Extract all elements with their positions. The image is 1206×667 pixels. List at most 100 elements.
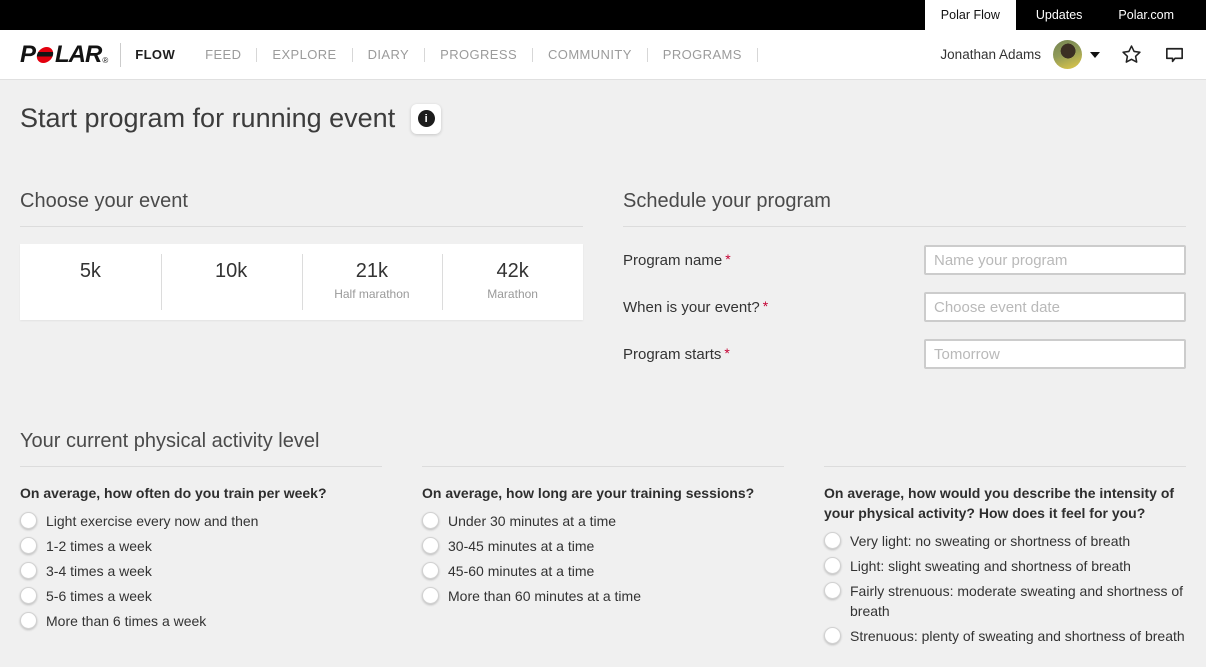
radio-button-icon[interactable]: [824, 532, 841, 549]
event-distance: 5k: [80, 260, 101, 283]
radio-option[interactable]: 1-2 times a week: [20, 536, 382, 556]
option-label: More than 60 minutes at a time: [448, 586, 641, 606]
radio-button-icon[interactable]: [20, 537, 37, 554]
radio-button-icon[interactable]: [422, 562, 439, 579]
radio-option[interactable]: 5-6 times a week: [20, 586, 382, 606]
page-content: Start program for running event i Choose…: [0, 80, 1206, 651]
upper-sections: Choose your event 5k 10k 21k Half marath…: [20, 190, 1186, 385]
required-mark: *: [763, 298, 768, 314]
event-date-input[interactable]: [924, 292, 1186, 322]
program-starts-input[interactable]: [924, 339, 1186, 369]
option-label: 30-45 minutes at a time: [448, 536, 594, 556]
nav-divider: [647, 48, 648, 62]
label-text: When is your event?: [623, 299, 760, 316]
radio-button-icon[interactable]: [20, 562, 37, 579]
event-card: 5k 10k 21k Half marathon 42k Marathon: [20, 244, 583, 320]
group-divider: [20, 466, 382, 467]
radio-option[interactable]: Fairly strenuous: moderate sweating and …: [824, 581, 1186, 621]
info-icon: i: [418, 110, 435, 127]
topbar-tab-updates[interactable]: Updates: [1020, 0, 1099, 30]
polar-logo-o-icon: [35, 47, 54, 63]
nav-divider: [532, 48, 533, 62]
option-label: Light exercise every now and then: [46, 511, 258, 531]
duration-question: On average, how long are your training s…: [422, 483, 784, 503]
schedule-section: Schedule your program Program name* When…: [623, 190, 1186, 385]
duration-options: Under 30 minutes at a time 30-45 minutes…: [422, 511, 784, 606]
nav-divider: [256, 48, 257, 62]
radio-option[interactable]: Strenuous: plenty of sweating and shortn…: [824, 626, 1186, 646]
radio-button-icon[interactable]: [422, 512, 439, 529]
option-label: Very light: no sweating or shortness of …: [850, 531, 1130, 551]
option-label: More than 6 times a week: [46, 611, 206, 631]
radio-button-icon[interactable]: [20, 587, 37, 604]
option-label: 5-6 times a week: [46, 586, 152, 606]
label-text: Program name: [623, 252, 722, 269]
nav-item-progress[interactable]: PROGRESS: [440, 47, 517, 62]
radio-option[interactable]: Light exercise every now and then: [20, 511, 382, 531]
event-option-42k[interactable]: 42k Marathon: [442, 244, 583, 320]
activity-section: Your current physical activity level On …: [20, 430, 1186, 651]
nav-right-group: Jonathan Adams: [940, 40, 1186, 69]
section-divider: [623, 226, 1186, 227]
radio-option[interactable]: Very light: no sweating or shortness of …: [824, 531, 1186, 551]
intensity-options: Very light: no sweating or shortness of …: [824, 531, 1186, 646]
topbar-tab-polar-flow[interactable]: Polar Flow: [925, 0, 1016, 30]
option-label: Under 30 minutes at a time: [448, 511, 616, 531]
radio-option[interactable]: More than 6 times a week: [20, 611, 382, 631]
favorites-star-icon[interactable]: [1120, 43, 1143, 66]
required-mark: *: [724, 345, 729, 361]
avatar[interactable]: [1053, 40, 1082, 69]
nav-item-flow[interactable]: FLOW: [135, 47, 175, 62]
main-navbar: P LAR ® FLOW FEED EXPLORE DIARY PROGRESS…: [0, 30, 1206, 80]
nav-item-diary[interactable]: DIARY: [368, 47, 410, 62]
user-name[interactable]: Jonathan Adams: [940, 47, 1041, 62]
choose-event-section: Choose your event 5k 10k 21k Half marath…: [20, 190, 583, 385]
schedule-heading: Schedule your program: [623, 190, 1186, 213]
option-label: 45-60 minutes at a time: [448, 561, 594, 581]
radio-button-icon[interactable]: [422, 537, 439, 554]
nav-item-explore[interactable]: EXPLORE: [272, 47, 336, 62]
info-button[interactable]: i: [411, 104, 441, 134]
option-label: Fairly strenuous: moderate sweating and …: [850, 581, 1186, 621]
nav-item-programs[interactable]: PROGRAMS: [663, 47, 742, 62]
nav-item-community[interactable]: COMMUNITY: [548, 47, 632, 62]
activity-group-duration: On average, how long are your training s…: [422, 453, 784, 651]
event-option-5k[interactable]: 5k: [20, 244, 161, 320]
topbar: Polar Flow Updates Polar.com: [0, 0, 1206, 30]
registered-mark: ®: [102, 56, 108, 65]
polar-logo-p: P: [20, 41, 35, 69]
radio-button-icon[interactable]: [20, 612, 37, 629]
messages-chat-icon[interactable]: [1163, 43, 1186, 66]
radio-button-icon[interactable]: [422, 587, 439, 604]
radio-button-icon[interactable]: [20, 512, 37, 529]
event-distance: 10k: [215, 260, 247, 283]
event-sublabel: Half marathon: [334, 287, 409, 301]
event-distance: 42k: [497, 260, 529, 283]
event-option-10k[interactable]: 10k: [161, 244, 302, 320]
required-mark: *: [725, 251, 730, 267]
radio-option[interactable]: More than 60 minutes at a time: [422, 586, 784, 606]
radio-button-icon[interactable]: [824, 582, 841, 599]
brand-separator: [120, 43, 121, 67]
radio-option[interactable]: Under 30 minutes at a time: [422, 511, 784, 531]
event-option-21k[interactable]: 21k Half marathon: [302, 244, 443, 320]
radio-option[interactable]: 45-60 minutes at a time: [422, 561, 784, 581]
frequency-question: On average, how often do you train per w…: [20, 483, 382, 503]
radio-button-icon[interactable]: [824, 627, 841, 644]
program-name-input[interactable]: [924, 245, 1186, 275]
option-label: Strenuous: plenty of sweating and shortn…: [850, 626, 1185, 646]
program-starts-label: Program starts*: [623, 346, 730, 363]
label-text: Program starts: [623, 346, 721, 363]
nav-item-feed[interactable]: FEED: [205, 47, 241, 62]
activity-heading: Your current physical activity level: [20, 430, 1186, 453]
radio-option[interactable]: Light: slight sweating and shortness of …: [824, 556, 1186, 576]
section-divider: [20, 226, 583, 227]
chevron-down-icon[interactable]: [1090, 52, 1100, 58]
radio-button-icon[interactable]: [824, 557, 841, 574]
topbar-tab-polar-com[interactable]: Polar.com: [1102, 0, 1190, 30]
event-sublabel: Marathon: [487, 287, 538, 301]
activity-group-intensity: On average, how would you describe the i…: [824, 453, 1186, 651]
radio-option[interactable]: 3-4 times a week: [20, 561, 382, 581]
radio-option[interactable]: 30-45 minutes at a time: [422, 536, 784, 556]
polar-logo[interactable]: P LAR ®: [20, 41, 108, 69]
